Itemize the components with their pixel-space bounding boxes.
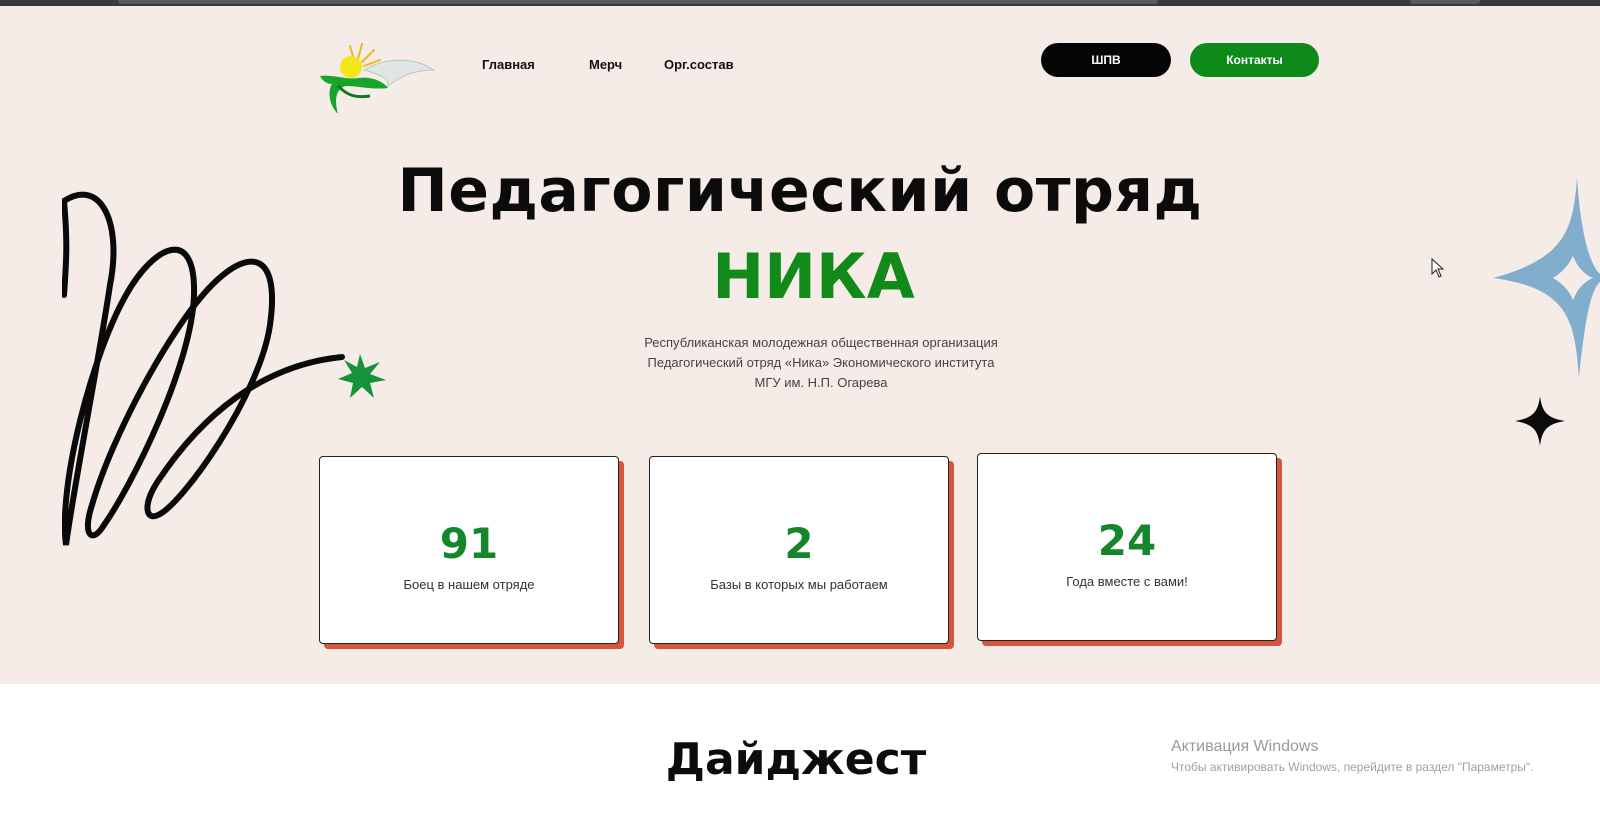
hero-title: Педагогический отряд	[397, 156, 1203, 226]
nav-link-merch[interactable]: Мерч	[589, 57, 622, 72]
windows-activation-title: Активация Windows	[1171, 738, 1319, 755]
browser-tab-strip-right	[1410, 0, 1480, 4]
stat-card-fighters: 91 Боец в нашем отряде	[319, 456, 619, 644]
stat-label: Базы в которых мы работаем	[710, 577, 888, 592]
stat-value: 91	[439, 519, 499, 568]
nav-link-home[interactable]: Главная	[482, 57, 535, 72]
stat-card-bases: 2 Базы в которых мы работаем	[649, 456, 949, 644]
nav-link-org-staff[interactable]: Орг.состав	[664, 57, 734, 72]
contacts-button[interactable]: Контакты	[1190, 43, 1319, 77]
hero-accent-name: НИКА	[712, 240, 915, 313]
stat-card-years: 24 Года вместе с вами!	[977, 453, 1277, 641]
stat-label: Боец в нашем отряде	[403, 577, 535, 592]
stat-label: Года вместе с вами!	[1066, 574, 1188, 589]
stat-value: 2	[784, 519, 814, 568]
logo-emblem[interactable]	[318, 40, 436, 116]
windows-activation-subtitle: Чтобы активировать Windows, перейдите в …	[1171, 760, 1534, 774]
stat-value: 24	[1097, 516, 1157, 565]
hero-subtitle-line: Педагогический отряд «Ника» Экономическо…	[647, 355, 995, 370]
browser-tab-strip	[118, 0, 1158, 4]
hero-subtitle-line: Республиканская молодежная общественная …	[644, 335, 998, 350]
black-sparkle-icon	[1515, 396, 1565, 446]
hero-subtitle: Республиканская молодежная общественная …	[0, 333, 1600, 393]
browser-top-strip	[0, 0, 1600, 6]
shpv-button[interactable]: ШПВ	[1041, 43, 1171, 77]
hero-subtitle-line: МГУ им. Н.П. Огарева	[754, 375, 888, 390]
